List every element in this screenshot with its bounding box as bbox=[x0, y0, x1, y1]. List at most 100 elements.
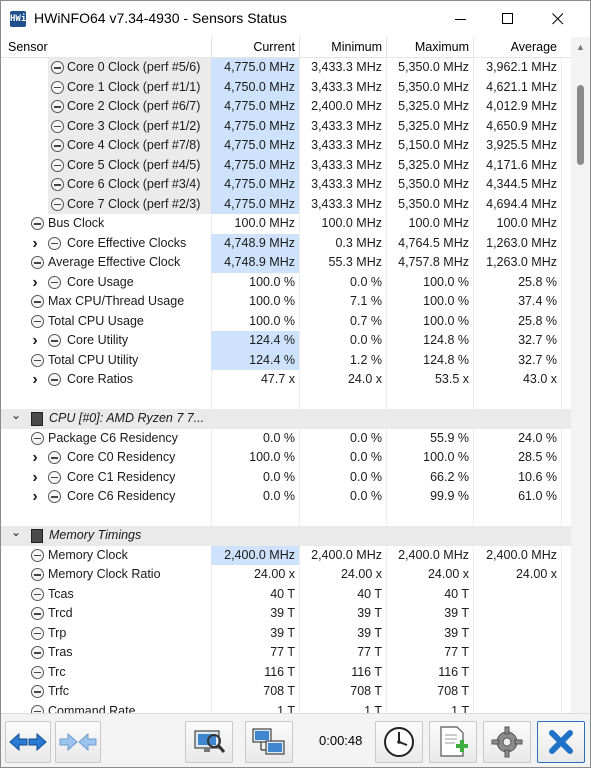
title-bar[interactable]: HWi HWiNFO64 v7.34-4930 - Sensors Status bbox=[1, 1, 590, 37]
collapse-chevron-icon[interactable]: ⌄ bbox=[10, 406, 22, 426]
value-minimum: 0.0 % bbox=[350, 469, 382, 484]
expand-chevron-icon[interactable]: › bbox=[29, 468, 41, 488]
collapse-chevron-icon[interactable]: ⌄ bbox=[10, 523, 22, 543]
expand-chevron-icon[interactable]: › bbox=[29, 370, 41, 390]
sensor-label: Core Utility bbox=[67, 333, 129, 347]
value-current: 124.4 % bbox=[211, 331, 299, 351]
value-maximum: 100.0 % bbox=[423, 274, 469, 289]
sensor-label: Average Effective Clock bbox=[48, 255, 181, 269]
value-current: 4,775.0 MHz bbox=[211, 116, 299, 136]
sensor-row[interactable]: Trc 116 T 116 T 116 T bbox=[1, 663, 571, 683]
expand-columns-button[interactable] bbox=[5, 721, 51, 763]
gauge-icon bbox=[31, 665, 44, 679]
value-average: 24.00 x bbox=[515, 567, 557, 581]
expand-chevron-icon[interactable]: › bbox=[29, 273, 41, 293]
reset-timer-button[interactable] bbox=[375, 721, 423, 763]
sensor-row[interactable]: Core 5 Clock (perf #4/5) 4,775.0 MHz 3,433… bbox=[1, 155, 571, 175]
settings-button[interactable] bbox=[483, 721, 531, 763]
value-maximum: 5,150.0 MHz bbox=[398, 138, 469, 152]
sensor-row[interactable]: Core 6 Clock (perf #3/4) 4,775.0 MHz 3,433… bbox=[1, 175, 571, 195]
value-maximum: 5,350.0 MHz bbox=[398, 60, 469, 74]
close-sensors-button[interactable] bbox=[537, 721, 585, 763]
sensor-row[interactable]: Core 4 Clock (perf #7/8) 4,775.0 MHz 3,433… bbox=[1, 136, 571, 156]
header-sensor[interactable]: Sensor bbox=[8, 37, 208, 57]
header-average[interactable]: Average bbox=[473, 37, 561, 57]
sensor-row[interactable]: Command Rate 1 T 1 T 1 T bbox=[1, 702, 571, 714]
sensor-label: Total CPU Utility bbox=[48, 352, 139, 367]
header-minimum[interactable]: Minimum bbox=[299, 37, 386, 57]
sensor-row[interactable]: Average Effective Clock 4,748.9 MHz 55.3 M… bbox=[1, 253, 571, 273]
network-button[interactable] bbox=[245, 721, 293, 763]
minimize-button[interactable] bbox=[438, 1, 484, 37]
expand-chevron-icon[interactable]: › bbox=[29, 487, 41, 507]
gauge-icon bbox=[51, 197, 64, 211]
value-current: 4,750.0 MHz bbox=[211, 77, 299, 97]
gauge-icon bbox=[31, 548, 44, 562]
vertical-scrollbar[interactable]: ▲ bbox=[571, 37, 590, 713]
value-minimum: 1 T bbox=[364, 703, 382, 714]
sensor-row[interactable]: › Core Effective Clocks 4,748.9 MHz 0.3 MHz… bbox=[1, 233, 571, 254]
sensor-row[interactable]: Core 0 Clock (perf #5/6) 4,775.0 MHz 3,433… bbox=[1, 58, 571, 78]
sensor-label: Trc bbox=[48, 664, 66, 679]
sensor-row[interactable]: Total CPU Utility 124.4 % 1.2 % 124.8 % 32.7… bbox=[1, 350, 571, 370]
sensor-row[interactable]: Core 2 Clock (perf #6/7) 4,775.0 MHz 2,400… bbox=[1, 97, 571, 117]
scroll-up-arrow-icon[interactable]: ▲ bbox=[571, 39, 590, 55]
value-minimum: 24.0 x bbox=[347, 372, 382, 386]
sensor-row[interactable]: › Core C0 Residency 100.0 % 0.0 % 100.0 % 28.… bbox=[1, 448, 571, 468]
value-maximum: 4,764.5 MHz bbox=[398, 235, 469, 250]
sensor-row[interactable]: Core 3 Clock (perf #1/2) 4,775.0 MHz 3,433… bbox=[1, 116, 571, 136]
header-maximum[interactable]: Maximum bbox=[386, 37, 473, 57]
document-add-icon bbox=[440, 726, 468, 757]
sensor-label: Core Effective Clocks bbox=[67, 235, 187, 250]
sensor-row[interactable]: Memory Clock Ratio 24.00 x 24.00 x 24.00 x 2… bbox=[1, 565, 571, 585]
gauge-icon bbox=[31, 217, 44, 230]
sensor-row[interactable]: Core 7 Clock (perf #2/3) 4,775.0 MHz 3,433… bbox=[1, 194, 571, 214]
sensor-row[interactable]: › Core Utility 124.4 % 0.0 % 124.8 % 32.7 % bbox=[1, 331, 571, 351]
value-average bbox=[473, 643, 561, 663]
value-average: 32.7 % bbox=[518, 352, 557, 367]
expand-chevron-icon[interactable]: › bbox=[29, 234, 41, 254]
sensor-row[interactable]: Core 1 Clock (perf #1/1) 4,750.0 MHz 3,433… bbox=[1, 77, 571, 97]
close-button[interactable] bbox=[535, 1, 581, 37]
sensor-row[interactable]: Tcas 40 T 40 T 40 T bbox=[1, 585, 571, 605]
sensor-row[interactable]: Memory Clock 2,400.0 MHz 2,400.0 MHz 2,400.… bbox=[1, 545, 571, 565]
value-average: 100.0 MHz bbox=[496, 216, 557, 230]
value-current: 100.0 % bbox=[249, 450, 295, 464]
value-maximum: 24.00 x bbox=[427, 567, 469, 581]
value-average: 4,650.9 MHz bbox=[486, 118, 557, 133]
value-current: 124.4 % bbox=[211, 350, 299, 370]
sensor-row[interactable]: Tras 77 T 77 T 77 T bbox=[1, 643, 571, 663]
sensor-row[interactable]: Trp 39 T 39 T 39 T bbox=[1, 624, 571, 644]
chip-icon bbox=[31, 529, 43, 543]
value-maximum: 124.8 % bbox=[423, 333, 469, 347]
logging-button[interactable] bbox=[429, 721, 477, 763]
sensor-row[interactable]: › Core Usage 100.0 % 0.0 % 100.0 % 25.8 % bbox=[1, 273, 571, 293]
gauge-icon bbox=[31, 587, 44, 601]
sensor-row[interactable]: Total CPU Usage 100.0 % 0.7 % 100.0 % 25.8 % bbox=[1, 312, 571, 332]
sensor-row[interactable]: › Core Ratios 47.7 x 24.0 x 53.5 x 43.0 x bbox=[1, 370, 571, 390]
header-current[interactable]: Current bbox=[211, 37, 299, 57]
maximize-button[interactable] bbox=[485, 1, 531, 37]
sensor-report-button[interactable] bbox=[185, 721, 233, 763]
sensor-group-header[interactable]: ⌄ CPU [#0]: AMD Ryzen 7 7... bbox=[1, 406, 571, 429]
sensor-row[interactable]: Max CPU/Thread Usage 100.0 % 7.1 % 100.0 % 3… bbox=[1, 292, 571, 312]
sensor-row[interactable]: Trcd 39 T 39 T 39 T bbox=[1, 604, 571, 624]
expand-chevron-icon[interactable]: › bbox=[29, 331, 41, 351]
sensor-row[interactable]: › Core C1 Residency 0.0 % 0.0 % 66.2 % 10.6 % bbox=[1, 468, 571, 488]
gauge-icon bbox=[31, 646, 44, 659]
sensor-group-header[interactable]: ⌄ Memory Timings bbox=[1, 523, 571, 546]
sensor-row[interactable]: Package C6 Residency 0.0 % 0.0 % 55.9 % 24.0… bbox=[1, 429, 571, 449]
sensors-status-window: HWi HWiNFO64 v7.34-4930 - Sensors Status… bbox=[0, 0, 591, 768]
sensor-row[interactable]: Trfc 708 T 708 T 708 T bbox=[1, 682, 571, 702]
value-minimum: 1.2 % bbox=[350, 352, 382, 367]
scrollbar-thumb[interactable] bbox=[577, 85, 584, 165]
expand-chevron-icon[interactable]: › bbox=[29, 448, 41, 468]
value-minimum: 55.3 MHz bbox=[328, 255, 383, 269]
sensor-row[interactable]: Bus Clock 100.0 MHz 100.0 MHz 100.0 MHz 100.… bbox=[1, 214, 571, 234]
sensor-row[interactable]: › Core C6 Residency 0.0 % 0.0 % 99.9 % 61.0 % bbox=[1, 487, 571, 507]
gauge-icon bbox=[51, 139, 64, 152]
sensor-label: Core C0 Residency bbox=[67, 450, 176, 464]
value-current: 100.0 % bbox=[249, 274, 295, 289]
collapse-columns-button[interactable] bbox=[55, 721, 101, 763]
value-current: 0.0 % bbox=[263, 430, 295, 445]
